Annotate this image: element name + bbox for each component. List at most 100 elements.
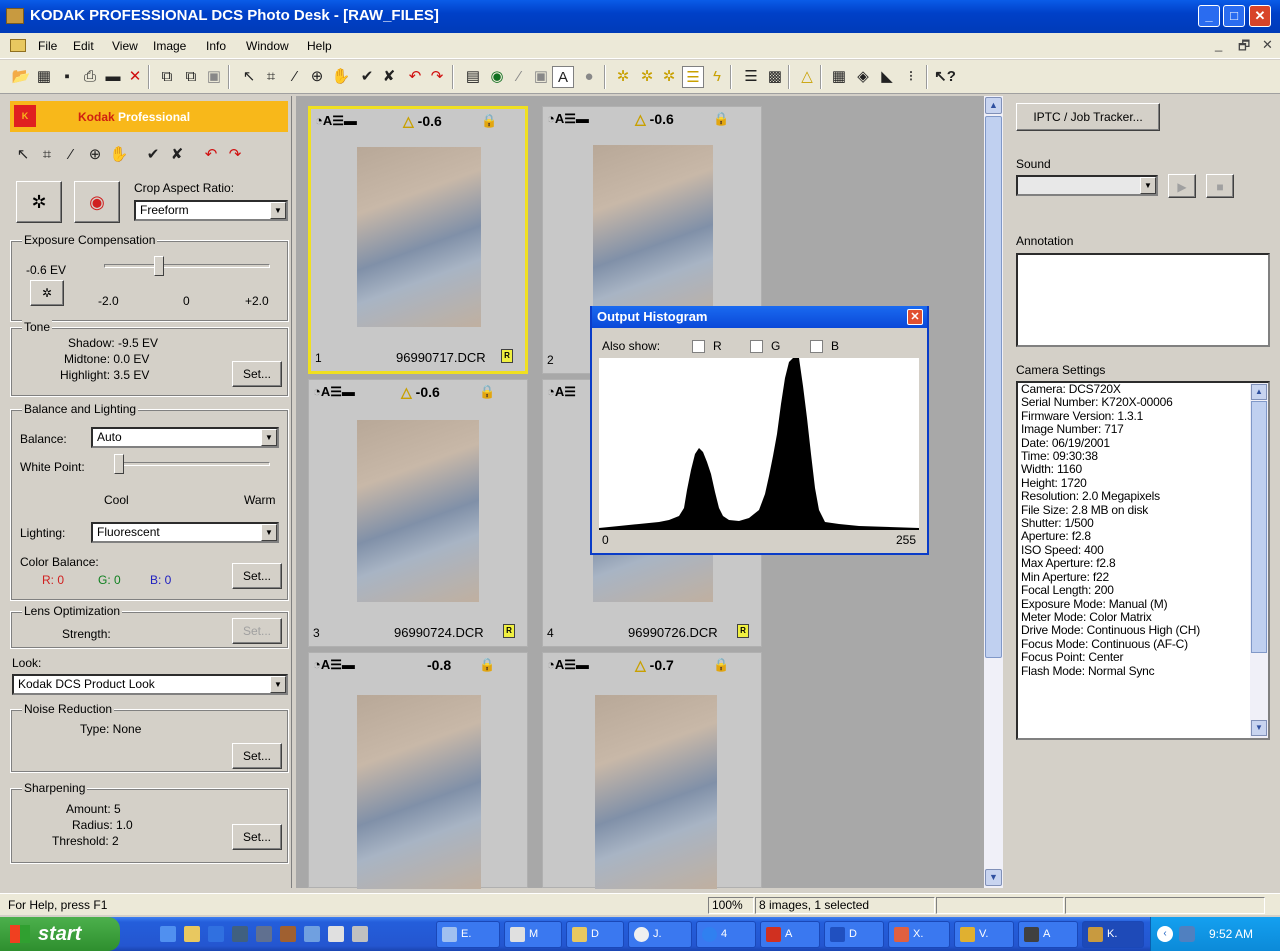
curves-icon[interactable]: ▩ bbox=[764, 66, 786, 88]
taskbar-item[interactable]: E. bbox=[436, 921, 500, 948]
open-icon[interactable]: 📂 bbox=[10, 66, 32, 88]
menu-view[interactable]: View bbox=[112, 39, 138, 53]
quicklaunch-icon[interactable] bbox=[256, 926, 272, 942]
help-icon[interactable]: ↖? bbox=[934, 66, 956, 88]
play-button[interactable]: ▶ bbox=[1168, 174, 1196, 198]
scroll-thumb[interactable] bbox=[1251, 401, 1267, 653]
menu-help[interactable]: Help bbox=[307, 39, 332, 53]
stop-button[interactable]: ■ bbox=[1206, 174, 1234, 198]
paste-icon[interactable]: ⧉ bbox=[180, 66, 202, 88]
uncheck-icon[interactable]: ✘ bbox=[378, 66, 400, 88]
color-balance-set-button[interactable]: Set... bbox=[232, 563, 282, 589]
scroll-down-icon[interactable]: ▼ bbox=[1251, 720, 1267, 736]
menu-image[interactable]: Image bbox=[153, 39, 186, 53]
uncheck-tool-icon[interactable]: ✘ bbox=[166, 144, 188, 166]
sound-select[interactable]: ▼ bbox=[1016, 175, 1158, 196]
auto-color-icon[interactable]: A bbox=[552, 66, 574, 88]
rotate-right-tool-icon[interactable]: ↷ bbox=[224, 144, 246, 166]
noise-set-button[interactable]: Set... bbox=[232, 743, 282, 769]
daylight-icon[interactable]: ✲ bbox=[612, 66, 634, 88]
exposure-icon[interactable]: ◉ bbox=[486, 66, 508, 88]
quicklaunch-icon[interactable] bbox=[352, 926, 368, 942]
minimize-button[interactable]: _ bbox=[1198, 5, 1220, 27]
start-button[interactable]: start bbox=[0, 917, 120, 951]
check-tool-icon[interactable]: ✔ bbox=[142, 144, 164, 166]
scroll-down-icon[interactable]: ▼ bbox=[985, 869, 1002, 886]
histogram-icon[interactable]: ◣ bbox=[876, 66, 898, 88]
thumbnail-3[interactable]: ◔A☰▬ △ -0.6 🔒 3 96990724.DCR R bbox=[308, 379, 528, 647]
mdi-close-button[interactable]: ✕ bbox=[1262, 37, 1273, 53]
tray-app-icon[interactable] bbox=[1179, 926, 1195, 942]
save-icon[interactable]: ▪ bbox=[56, 66, 78, 88]
camera-settings-list[interactable]: Camera: DCS720X Serial Number: K720X-0000… bbox=[1016, 381, 1270, 740]
camera-info-icon[interactable]: ◈ bbox=[852, 66, 874, 88]
mdi-restore-button[interactable]: 🗗 bbox=[1238, 37, 1250, 59]
auto-exposure-button[interactable]: ✲ bbox=[16, 181, 62, 223]
lighting-select[interactable]: Fluorescent ▼ bbox=[91, 522, 279, 543]
taskbar-item[interactable]: D bbox=[824, 921, 884, 948]
blue-checkbox[interactable] bbox=[810, 340, 823, 353]
menu-info[interactable]: Info bbox=[206, 39, 226, 53]
fluorescent-icon[interactable]: ☰ bbox=[682, 66, 704, 88]
quicklaunch-icon[interactable] bbox=[232, 926, 248, 942]
warning-icon[interactable]: △ bbox=[796, 66, 818, 88]
histogram-window[interactable]: Output Histogram ✕ Also show: R G B 0 255 bbox=[590, 306, 929, 555]
thumbnail-1[interactable]: ◔A☰▬ △ -0.6 🔒 1 96990717.DCR R bbox=[308, 106, 528, 374]
eyedropper-icon[interactable]: ⁄ bbox=[284, 66, 306, 88]
taskbar-item[interactable]: M bbox=[504, 921, 562, 948]
taskbar-item[interactable]: X. bbox=[888, 921, 950, 948]
cloudy-icon[interactable]: ✲ bbox=[636, 66, 658, 88]
thumbnail-scrollbar[interactable]: ▲ ▼ bbox=[984, 96, 1003, 888]
maximize-button[interactable]: □ bbox=[1223, 5, 1245, 27]
quicklaunch-icon[interactable] bbox=[304, 926, 320, 942]
menu-window[interactable]: Window bbox=[246, 39, 289, 53]
export-icon[interactable]: ▬ bbox=[102, 66, 124, 88]
clipboard-icon[interactable]: ▣ bbox=[203, 66, 225, 88]
crop-tool-icon[interactable]: ⌗ bbox=[36, 144, 58, 166]
pointer-icon[interactable]: ↖ bbox=[238, 66, 260, 88]
thumbnail-5[interactable]: ◔A☰▬ -0.8 🔒 bbox=[308, 652, 528, 889]
close-button[interactable]: ✕ bbox=[1249, 5, 1271, 27]
histogram-close-icon[interactable]: ✕ bbox=[907, 309, 923, 325]
green-checkbox[interactable] bbox=[750, 340, 763, 353]
taskbar-item[interactable]: V. bbox=[954, 921, 1014, 948]
menu-edit[interactable]: Edit bbox=[73, 39, 94, 53]
taskbar-item[interactable]: A bbox=[1018, 921, 1078, 948]
check-icon[interactable]: ✔ bbox=[356, 66, 378, 88]
tone-set-button[interactable]: Set... bbox=[232, 361, 282, 387]
auto-exposure-small-button[interactable]: ✲ bbox=[30, 280, 64, 306]
red-checkbox[interactable] bbox=[692, 340, 705, 353]
annotation-textarea[interactable] bbox=[1016, 253, 1270, 347]
info-icon[interactable]: ▤ bbox=[462, 66, 484, 88]
camera-scrollbar[interactable]: ▲ ▼ bbox=[1250, 383, 1268, 738]
rotate-right-icon[interactable]: ↷ bbox=[426, 66, 448, 88]
auto-color-button[interactable]: ◉ bbox=[74, 181, 120, 223]
list-icon[interactable]: ⁝ bbox=[900, 66, 922, 88]
crop-aspect-select[interactable]: Freeform ▼ bbox=[134, 200, 288, 221]
flash-icon[interactable]: ϟ bbox=[706, 66, 728, 88]
exposure-slider-thumb[interactable] bbox=[153, 256, 164, 276]
wand-icon[interactable]: ⁄ bbox=[508, 66, 530, 88]
scroll-up-icon[interactable]: ▲ bbox=[985, 97, 1002, 114]
hand-tool-icon[interactable]: ✋ bbox=[108, 144, 130, 166]
target-tool-icon[interactable]: ⊕ bbox=[84, 144, 106, 166]
copy-icon[interactable]: ⧉ bbox=[156, 66, 178, 88]
taskbar-item[interactable]: A bbox=[760, 921, 820, 948]
target-icon[interactable]: ⊕ bbox=[306, 66, 328, 88]
scroll-up-icon[interactable]: ▲ bbox=[1251, 384, 1267, 400]
quicklaunch-icon[interactable] bbox=[208, 926, 224, 942]
delete-icon[interactable]: ✕ bbox=[124, 66, 146, 88]
taskbar-item-active[interactable]: K. bbox=[1082, 921, 1144, 948]
menu-file[interactable]: File bbox=[38, 39, 57, 53]
quicklaunch-icon[interactable] bbox=[328, 926, 344, 942]
pointer-tool-icon[interactable]: ↖ bbox=[12, 144, 34, 166]
import-icon[interactable]: ▦ bbox=[33, 66, 55, 88]
quicklaunch-icon[interactable] bbox=[160, 926, 176, 942]
lens-set-button[interactable]: Set... bbox=[232, 618, 282, 644]
taskbar-item[interactable]: J. bbox=[628, 921, 692, 948]
rotate-left-tool-icon[interactable]: ↶ bbox=[200, 144, 222, 166]
film-icon[interactable]: ▣ bbox=[530, 66, 552, 88]
balance-select[interactable]: Auto ▼ bbox=[91, 427, 279, 448]
mdi-minimize-button[interactable]: _ bbox=[1215, 37, 1222, 52]
sharpen-set-button[interactable]: Set... bbox=[232, 824, 282, 850]
